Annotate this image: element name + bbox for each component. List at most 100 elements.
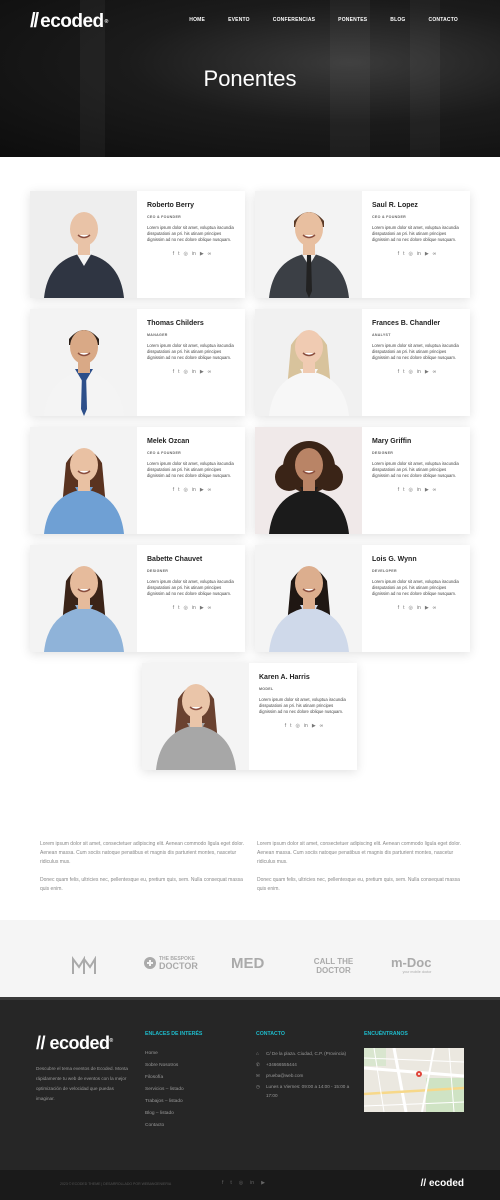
youtube-icon[interactable]: ▶ xyxy=(425,605,429,611)
link-icon[interactable]: ∞ xyxy=(433,487,437,493)
location-map[interactable] xyxy=(364,1048,464,1112)
linkedin-icon[interactable]: in xyxy=(304,723,308,729)
footer-link-philosophy[interactable]: Filosofía xyxy=(145,1072,184,1084)
facebook-icon[interactable]: f xyxy=(173,369,174,375)
speaker-card[interactable]: Babette Chauvet DESIGNER Lorem ipsum dol… xyxy=(30,545,245,652)
link-icon[interactable]: ∞ xyxy=(320,723,324,729)
speaker-name[interactable]: Lois G. Wynn xyxy=(372,556,462,563)
link-icon[interactable]: ∞ xyxy=(208,487,212,493)
speaker-role: CEO & FOUNDER xyxy=(372,215,407,219)
speaker-card[interactable]: Saul R. Lopez CEO & FOUNDER Lorem ipsum … xyxy=(255,191,470,298)
facebook-icon[interactable]: f xyxy=(285,723,286,729)
linkedin-icon[interactable]: in xyxy=(250,1180,254,1186)
instagram-icon[interactable]: ◎ xyxy=(409,605,413,611)
footer-link-works[interactable]: Trabajos – listado xyxy=(145,1096,184,1108)
nav-blog[interactable]: BLOG xyxy=(390,17,405,23)
linkedin-icon[interactable]: in xyxy=(192,487,196,493)
footer-links: Home Sobre Nosotros Filosofía Servicios … xyxy=(145,1048,184,1132)
youtube-icon[interactable]: ▶ xyxy=(200,605,204,611)
instagram-icon[interactable]: ◎ xyxy=(184,605,188,611)
twitter-icon[interactable]: t xyxy=(178,487,179,493)
nav-ponentes[interactable]: PONENTES xyxy=(338,17,367,23)
speaker-card[interactable]: Thomas Childers MANAGER Lorem ipsum dolo… xyxy=(30,309,245,416)
youtube-icon[interactable]: ▶ xyxy=(425,487,429,493)
instagram-icon[interactable]: ◎ xyxy=(409,369,413,375)
youtube-icon[interactable]: ▶ xyxy=(200,251,204,257)
nav-contacto[interactable]: CONTACTO xyxy=(429,17,458,23)
youtube-icon[interactable]: ▶ xyxy=(425,251,429,257)
footer-link-about[interactable]: Sobre Nosotros xyxy=(145,1060,184,1072)
speaker-card[interactable]: Frances B. Chandler ANALYST Lorem ipsum … xyxy=(255,309,470,416)
facebook-icon[interactable]: f xyxy=(173,487,174,493)
bottom-logo[interactable]: // ecoded xyxy=(421,1178,464,1189)
youtube-icon[interactable]: ▶ xyxy=(425,369,429,375)
instagram-icon[interactable]: ◎ xyxy=(409,251,413,257)
instagram-icon[interactable]: ◎ xyxy=(184,487,188,493)
speaker-name[interactable]: Babette Chauvet xyxy=(147,556,237,563)
twitter-icon[interactable]: t xyxy=(403,487,404,493)
footer-logo[interactable]: // ecoded® xyxy=(36,1033,113,1054)
facebook-icon[interactable]: f xyxy=(222,1180,223,1186)
twitter-icon[interactable]: t xyxy=(290,723,291,729)
facebook-icon[interactable]: f xyxy=(398,605,399,611)
contact-email[interactable]: prueba@web.com xyxy=(266,1071,303,1080)
link-icon[interactable]: ∞ xyxy=(433,251,437,257)
site-logo[interactable]: // ecoded ® xyxy=(30,10,108,33)
instagram-icon[interactable]: ◎ xyxy=(184,369,188,375)
instagram-icon[interactable]: ◎ xyxy=(296,723,300,729)
linkedin-icon[interactable]: in xyxy=(192,605,196,611)
link-icon[interactable]: ∞ xyxy=(433,369,437,375)
twitter-icon[interactable]: t xyxy=(178,605,179,611)
link-icon[interactable]: ∞ xyxy=(433,605,437,611)
partner-mm-logo xyxy=(72,956,96,974)
footer-link-home[interactable]: Home xyxy=(145,1048,184,1060)
facebook-icon[interactable]: f xyxy=(398,487,399,493)
linkedin-icon[interactable]: in xyxy=(417,487,421,493)
speaker-name[interactable]: Melek Ozcan xyxy=(147,438,237,445)
speaker-name[interactable]: Karen A. Harris xyxy=(259,674,349,681)
linkedin-icon[interactable]: in xyxy=(417,605,421,611)
linkedin-icon[interactable]: in xyxy=(192,251,196,257)
youtube-icon[interactable]: ▶ xyxy=(261,1180,265,1186)
youtube-icon[interactable]: ▶ xyxy=(312,723,316,729)
speaker-card[interactable]: Karen A. Harris MODEL Lorem ipsum dolor … xyxy=(142,663,357,770)
linkedin-icon[interactable]: in xyxy=(192,369,196,375)
facebook-icon[interactable]: f xyxy=(398,251,399,257)
speaker-name[interactable]: Frances B. Chandler xyxy=(372,320,462,327)
speaker-role: CEO & FOUNDER xyxy=(147,451,182,455)
speaker-card[interactable]: Roberto Berry CEO & FOUNDER Lorem ipsum … xyxy=(30,191,245,298)
facebook-icon[interactable]: f xyxy=(173,251,174,257)
link-icon[interactable]: ∞ xyxy=(208,605,212,611)
linkedin-icon[interactable]: in xyxy=(417,251,421,257)
nav-evento[interactable]: EVENTO xyxy=(228,17,250,23)
instagram-icon[interactable]: ◎ xyxy=(239,1180,243,1186)
instagram-icon[interactable]: ◎ xyxy=(184,251,188,257)
instagram-icon[interactable]: ◎ xyxy=(409,487,413,493)
nav-conferencias[interactable]: CONFERENCIAS xyxy=(273,17,315,23)
footer-link-blog[interactable]: Blog – listado xyxy=(145,1108,184,1120)
facebook-icon[interactable]: f xyxy=(173,605,174,611)
nav-home[interactable]: HOME xyxy=(189,17,205,23)
speaker-name[interactable]: Mary Griffin xyxy=(372,438,462,445)
speaker-card[interactable]: Lois G. Wynn DEVELOPER Lorem ipsum dolor… xyxy=(255,545,470,652)
link-icon[interactable]: ∞ xyxy=(208,369,212,375)
youtube-icon[interactable]: ▶ xyxy=(200,487,204,493)
link-icon[interactable]: ∞ xyxy=(208,251,212,257)
speaker-card[interactable]: Mary Griffin DESIGNER Lorem ipsum dolor … xyxy=(255,427,470,534)
speaker-name[interactable]: Saul R. Lopez xyxy=(372,202,462,209)
twitter-icon[interactable]: t xyxy=(403,369,404,375)
speaker-card[interactable]: Melek Ozcan CEO & FOUNDER Lorem ipsum do… xyxy=(30,427,245,534)
contact-phone[interactable]: +34666555444 xyxy=(266,1060,297,1069)
twitter-icon[interactable]: t xyxy=(178,369,179,375)
twitter-icon[interactable]: t xyxy=(403,605,404,611)
linkedin-icon[interactable]: in xyxy=(417,369,421,375)
twitter-icon[interactable]: t xyxy=(230,1180,231,1186)
youtube-icon[interactable]: ▶ xyxy=(200,369,204,375)
twitter-icon[interactable]: t xyxy=(178,251,179,257)
facebook-icon[interactable]: f xyxy=(398,369,399,375)
footer-link-services[interactable]: Servicios – listado xyxy=(145,1084,184,1096)
speaker-name[interactable]: Thomas Childers xyxy=(147,320,237,327)
speaker-name[interactable]: Roberto Berry xyxy=(147,202,237,209)
twitter-icon[interactable]: t xyxy=(403,251,404,257)
footer-link-contact[interactable]: Contacto xyxy=(145,1120,184,1132)
